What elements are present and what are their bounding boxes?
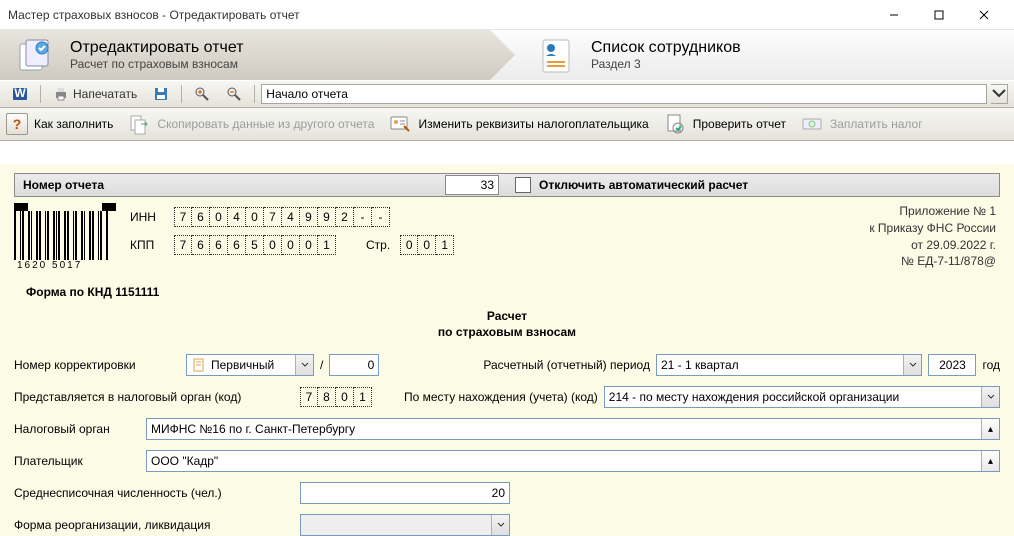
employee-list-icon xyxy=(535,34,577,76)
chevron-down-icon xyxy=(903,355,921,375)
location-code-value: 214 - по месту нахождения российской орг… xyxy=(609,390,899,404)
form-knd-code: Форма по КНД 1151111 xyxy=(26,285,1000,299)
correction-number-input[interactable] xyxy=(329,354,379,376)
payer-label: Плательщик xyxy=(14,454,140,468)
copy-from-other-label: Скопировать данные из другого отчета xyxy=(157,117,374,131)
chevron-down-icon xyxy=(981,387,999,407)
page-label: Стр. xyxy=(366,238,390,252)
disable-auto-calc-label: Отключить автоматический расчет xyxy=(539,178,999,192)
report-number-label: Номер отчета xyxy=(15,178,445,192)
location-code-label: По месту нахождения (учета) (код) xyxy=(404,390,598,404)
tax-authority-label: Налоговый орган xyxy=(14,422,140,436)
print-button[interactable]: Напечатать xyxy=(47,83,143,105)
print-label: Напечатать xyxy=(73,87,137,101)
tax-authority-input[interactable]: МИФНС №16 по г. Санкт-Петербургу ▴ xyxy=(146,418,1000,440)
pay-tax-button[interactable]: Заплатить налог xyxy=(800,112,923,136)
check-report-label: Проверить отчет xyxy=(693,117,786,131)
maximize-button[interactable] xyxy=(916,0,961,29)
year-suffix: год xyxy=(982,358,1000,372)
diskette-icon xyxy=(153,86,169,102)
zoom-out-icon xyxy=(226,86,242,102)
reporting-period-label: Расчетный (отчетный) период xyxy=(483,358,650,372)
correction-number-label: Номер корректировки xyxy=(14,358,180,372)
tax-authority-code-cells[interactable]: 7801 xyxy=(300,387,372,407)
change-taxpayer-details-label: Изменить реквизиты налогоплательщика xyxy=(418,117,648,131)
zoom-out-button[interactable] xyxy=(220,83,248,105)
document-icon xyxy=(191,357,207,373)
window-title: Мастер страховых взносов - Отредактирова… xyxy=(8,8,871,22)
disable-auto-calc-checkbox[interactable] xyxy=(515,177,531,193)
card-edit-icon xyxy=(388,112,412,136)
wizard-step-edit-report[interactable]: Отредактировать отчет Расчет по страховы… xyxy=(0,30,490,80)
copy-from-other-button[interactable]: Скопировать данные из другого отчета xyxy=(127,112,374,136)
tax-authority-value: МИФНС №16 по г. Санкт-Петербургу xyxy=(151,422,355,436)
chevron-down-icon xyxy=(991,86,1007,102)
regulation-notes: Приложение № 1 к Приказу ФНС России от 2… xyxy=(869,203,1000,271)
location-code-select[interactable]: 214 - по месту нахождения российской орг… xyxy=(604,386,1000,408)
wizard-step2-title: Список сотрудников xyxy=(591,39,741,57)
lookup-button[interactable]: ▴ xyxy=(981,451,999,471)
wizard-step1-title: Отредактировать отчет xyxy=(70,39,244,57)
correction-type-value: Первичный xyxy=(211,358,274,372)
check-report-icon xyxy=(663,112,687,136)
copy-data-icon xyxy=(127,112,151,136)
slash-separator: / xyxy=(320,358,323,372)
wizard-step2-subtitle: Раздел 3 xyxy=(591,57,741,71)
payer-value: ООО "Кадр" xyxy=(151,454,218,468)
how-to-fill-button[interactable]: ? Как заполнить xyxy=(6,113,113,135)
reorganization-select[interactable] xyxy=(300,514,510,536)
pay-tax-label: Заплатить налог xyxy=(830,117,923,131)
change-taxpayer-details-button[interactable]: Изменить реквизиты налогоплательщика xyxy=(388,112,648,136)
save-button[interactable] xyxy=(147,83,175,105)
check-report-button[interactable]: Проверить отчет xyxy=(663,112,786,136)
avg-headcount-label: Среднесписочная численность (чел.) xyxy=(14,486,294,500)
kpp-cells[interactable]: 766650001 xyxy=(174,235,336,255)
section-nav-value: Начало отчета xyxy=(266,87,348,101)
avg-headcount-input[interactable] xyxy=(300,482,510,504)
chevron-down-icon xyxy=(295,355,313,375)
barcode: 1620 5017 xyxy=(14,203,116,271)
help-icon: ? xyxy=(6,113,28,135)
word-export-button[interactable]: W xyxy=(6,83,34,105)
svg-text:W: W xyxy=(14,86,26,100)
year-input[interactable] xyxy=(928,354,976,376)
money-icon xyxy=(800,112,824,136)
reporting-period-value: 21 - 1 квартал xyxy=(661,358,739,372)
tax-authority-code-label: Представляется в налоговый орган (код) xyxy=(14,390,294,404)
zoom-in-icon xyxy=(194,86,210,102)
report-number-input[interactable] xyxy=(445,175,499,195)
lookup-button[interactable]: ▴ xyxy=(981,419,999,439)
section-nav-select[interactable]: Начало отчета xyxy=(261,84,987,104)
correction-type-select[interactable]: Первичный xyxy=(186,354,314,376)
zoom-in-button[interactable] xyxy=(188,83,216,105)
printer-icon xyxy=(53,86,69,102)
kpp-label: КПП xyxy=(130,238,164,252)
wizard-step-employees[interactable]: Список сотрудников Раздел 3 xyxy=(490,30,1014,80)
document-title: Расчет по страховым взносам xyxy=(14,309,1000,340)
minimize-button[interactable] xyxy=(871,0,916,29)
inn-label: ИНН xyxy=(130,210,164,224)
section-nav-arrow[interactable] xyxy=(991,84,1008,104)
report-header-row: Номер отчета Отключить автоматический ра… xyxy=(14,173,1000,197)
reporting-period-select[interactable]: 21 - 1 квартал xyxy=(656,354,922,376)
chevron-down-icon xyxy=(491,515,509,535)
how-to-fill-label: Как заполнить xyxy=(34,117,113,131)
reorganization-label: Форма реорганизации, ликвидация xyxy=(14,518,294,532)
payer-input[interactable]: ООО "Кадр" ▴ xyxy=(146,450,1000,472)
report-sheets-icon xyxy=(14,34,56,76)
wizard-step1-subtitle: Расчет по страховым взносам xyxy=(70,57,244,71)
inn-cells[interactable]: 7604074992-- xyxy=(174,207,390,227)
barcode-digits: 1620 5017 xyxy=(14,260,116,271)
close-button[interactable] xyxy=(961,0,1006,29)
page-cells: 001 xyxy=(400,235,454,255)
